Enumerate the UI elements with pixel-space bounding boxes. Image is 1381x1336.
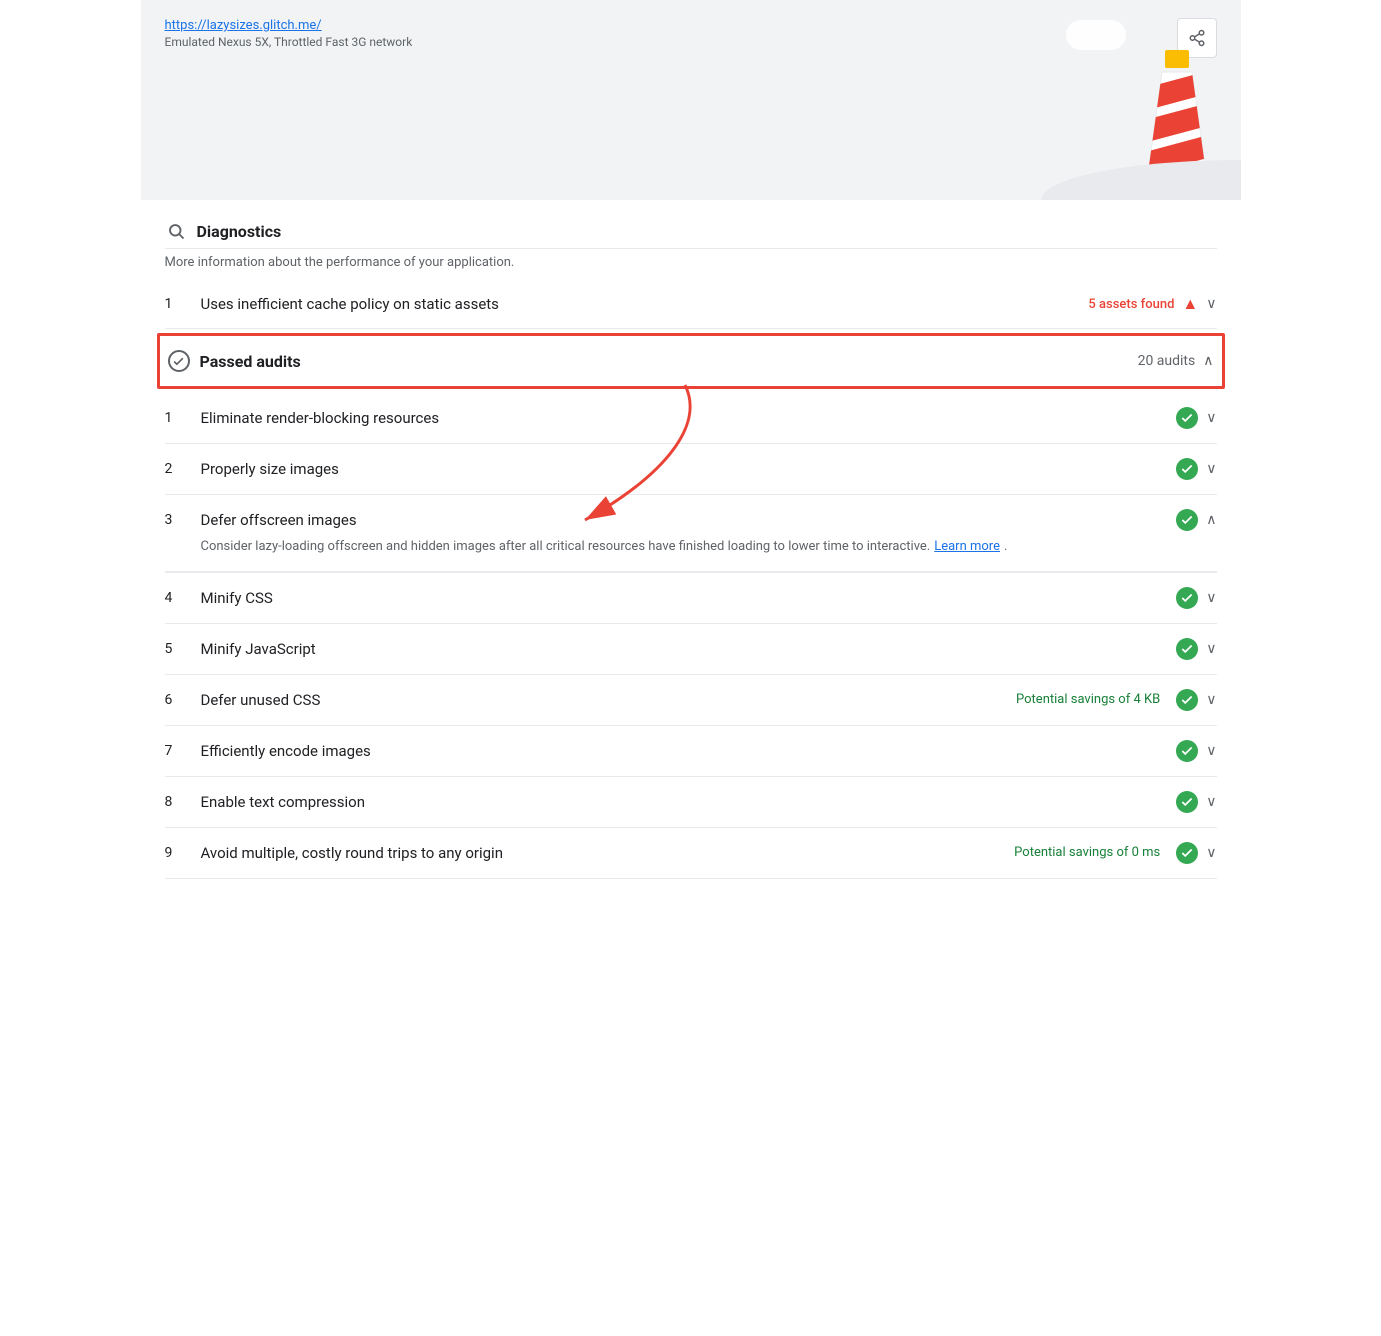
green-check-p9 (1176, 842, 1198, 864)
passed-item-5[interactable]: 5 Minify JavaScript ∨ (165, 624, 1217, 675)
audit-meta-p3: ∧ (1176, 509, 1216, 531)
audit-label-p6: Defer unused CSS (201, 691, 1017, 709)
audit-number-d1: 1 (165, 296, 201, 312)
passed-item-8[interactable]: 8 Enable text compression ∨ (165, 777, 1217, 828)
header-url[interactable]: https://lazysizes.glitch.me/ (165, 18, 413, 33)
chevron-p1[interactable]: ∨ (1206, 410, 1216, 426)
chevron-p2[interactable]: ∨ (1206, 461, 1216, 477)
passed-item-4[interactable]: 4 Minify CSS ∨ (165, 573, 1217, 624)
green-check-p8 (1176, 791, 1198, 813)
green-check-p2 (1176, 458, 1198, 480)
search-icon (165, 220, 187, 242)
audit-meta-p6: Potential savings of 4 KB ∨ (1016, 689, 1216, 711)
green-check-p1 (1176, 407, 1198, 429)
green-check-p3 (1176, 509, 1198, 531)
chevron-p5[interactable]: ∨ (1206, 641, 1216, 657)
chevron-p4[interactable]: ∨ (1206, 590, 1216, 606)
green-check-p7 (1176, 740, 1198, 762)
audit-meta-p7: ∨ (1176, 740, 1216, 762)
main-content: Diagnostics More information about the p… (141, 200, 1241, 879)
diagnostics-header: Diagnostics (165, 200, 1217, 249)
assets-found-label: 5 assets found (1088, 297, 1174, 312)
expanded-text-p3: Consider lazy-loading offscreen and hidd… (201, 539, 931, 554)
diagnostics-item-1[interactable]: 1 Uses inefficient cache policy on stati… (165, 280, 1217, 329)
audit-meta-p5: ∨ (1176, 638, 1216, 660)
audit-number-p5: 5 (165, 641, 201, 657)
chevron-p6[interactable]: ∨ (1206, 692, 1216, 708)
audit-meta-p2: ∨ (1176, 458, 1216, 480)
audit-number-p7: 7 (165, 743, 201, 759)
header: https://lazysizes.glitch.me/ Emulated Ne… (141, 0, 1241, 200)
audit-label-d1: Uses inefficient cache policy on static … (201, 295, 1089, 313)
cloud-decoration (1066, 20, 1126, 50)
passed-item-1[interactable]: 1 Eliminate render-blocking resources ∨ (165, 393, 1217, 444)
diagnostics-desc: More information about the performance o… (165, 249, 1217, 280)
audit-number-p9: 9 (165, 845, 201, 861)
passed-item-3[interactable]: 3 Defer offscreen images ∧ Consider lazy… (165, 495, 1217, 573)
passed-audits-label: Passed audits (200, 352, 301, 371)
chevron-p8[interactable]: ∨ (1206, 794, 1216, 810)
audit-number-p3: 3 (165, 512, 201, 528)
audit-number-p8: 8 (165, 794, 201, 810)
audit-label-p1: Eliminate render-blocking resources (201, 409, 1177, 427)
audit-label-p9: Avoid multiple, costly round trips to an… (201, 844, 1015, 862)
header-subtitle: Emulated Nexus 5X, Throttled Fast 3G net… (165, 35, 413, 49)
learn-more-link-p3[interactable]: Learn more (934, 539, 1000, 554)
passed-audits-row[interactable]: Passed audits 20 audits ∧ (157, 333, 1225, 389)
warning-icon-d1: ▲ (1182, 294, 1198, 314)
hill-decoration (1041, 160, 1241, 200)
audit-number-p1: 1 (165, 410, 201, 426)
chevron-up-passed[interactable]: ∧ (1203, 353, 1213, 369)
audit-label-p8: Enable text compression (201, 793, 1177, 811)
savings-text-p6: Potential savings of 4 KB (1016, 692, 1160, 707)
chevron-down-d1[interactable]: ∨ (1206, 296, 1216, 312)
savings-text-p9: Potential savings of 0 ms (1014, 845, 1160, 860)
audit-label-p7: Efficiently encode images (201, 742, 1177, 760)
passed-item-7[interactable]: 7 Efficiently encode images ∨ (165, 726, 1217, 777)
green-check-p6 (1176, 689, 1198, 711)
audit-number-p2: 2 (165, 461, 201, 477)
audit-meta-p9: Potential savings of 0 ms ∨ (1014, 842, 1216, 864)
audit-meta-p8: ∨ (1176, 791, 1216, 813)
audit-meta-d1: 5 assets found ▲ ∨ (1088, 294, 1216, 314)
green-check-p5 (1176, 638, 1198, 660)
audit-meta-p1: ∨ (1176, 407, 1216, 429)
check-outline-icon (168, 350, 190, 372)
green-check-p4 (1176, 587, 1198, 609)
audit-number-p4: 4 (165, 590, 201, 606)
audit-label-p3: Defer offscreen images (201, 511, 1177, 529)
audit-label-p5: Minify JavaScript (201, 640, 1177, 658)
passed-item-2[interactable]: 2 Properly size images ∨ (165, 444, 1217, 495)
audit-label-p4: Minify CSS (201, 589, 1177, 607)
audit-meta-p4: ∨ (1176, 587, 1216, 609)
passed-item-3-detail: Consider lazy-loading offscreen and hidd… (165, 535, 1217, 572)
passed-item-9[interactable]: 9 Avoid multiple, costly round trips to … (165, 828, 1217, 879)
passed-item-6[interactable]: 6 Defer unused CSS Potential savings of … (165, 675, 1217, 726)
passed-audits-count: 20 audits (1138, 353, 1196, 369)
audit-label-p2: Properly size images (201, 460, 1177, 478)
chevron-p7[interactable]: ∨ (1206, 743, 1216, 759)
diagnostics-title: Diagnostics (197, 222, 282, 241)
audit-number-p6: 6 (165, 692, 201, 708)
chevron-p9[interactable]: ∨ (1206, 845, 1216, 861)
chevron-p3-up[interactable]: ∧ (1206, 512, 1216, 528)
